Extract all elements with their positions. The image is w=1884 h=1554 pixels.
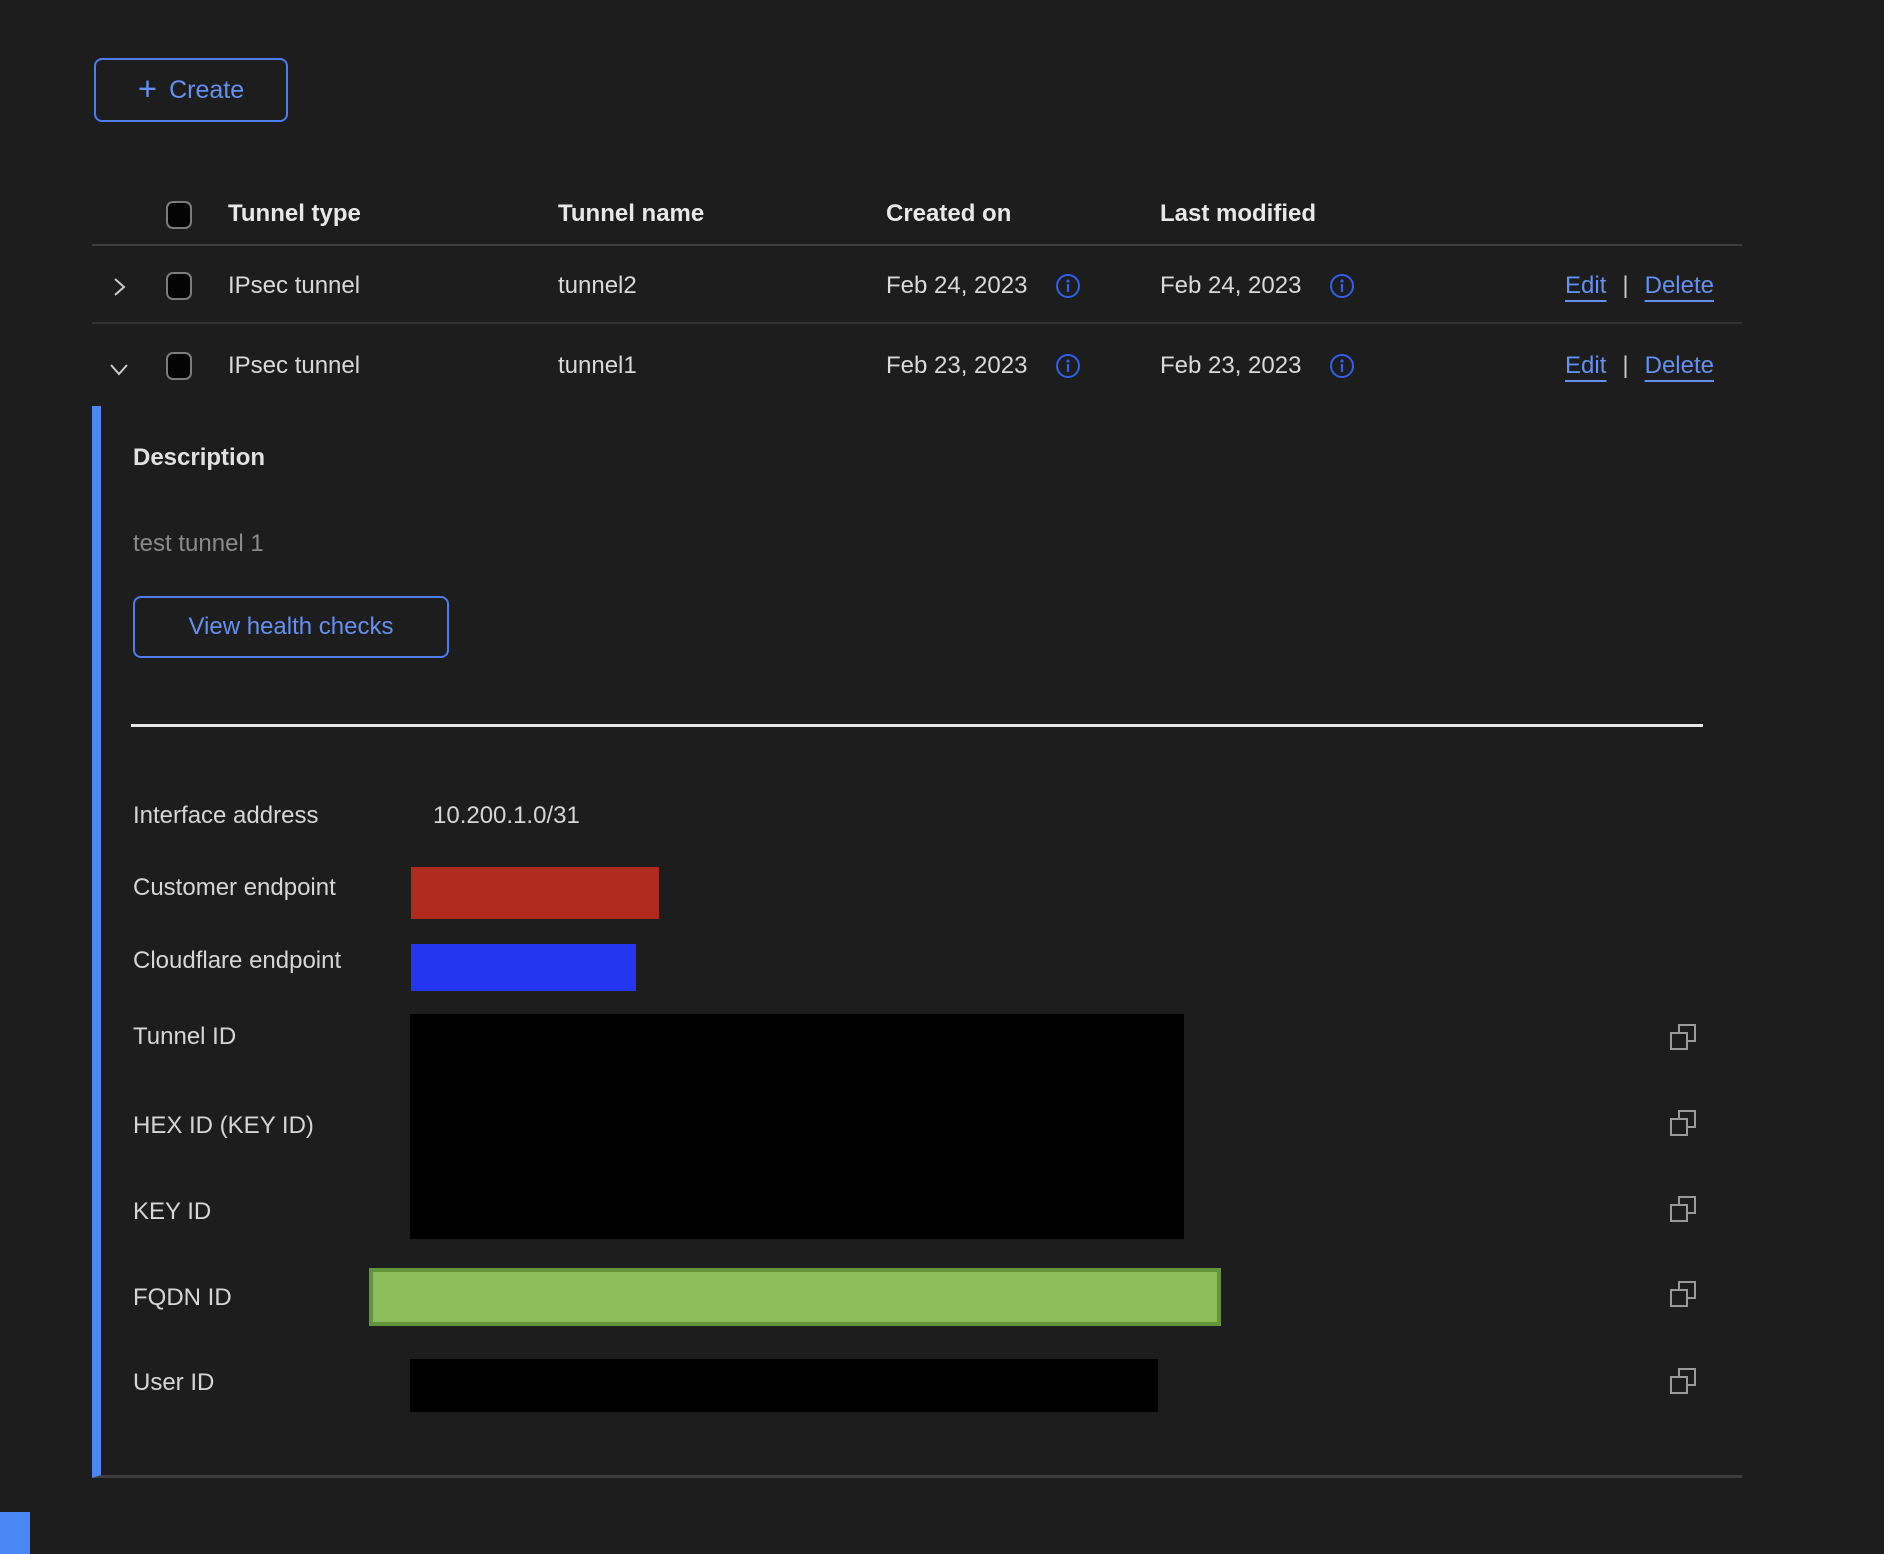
view-health-checks-label: View health checks (188, 613, 393, 641)
customer-endpoint-redacted-value (411, 867, 659, 919)
tunnel-name-cell: tunnel1 (558, 352, 637, 380)
action-separator: | (1622, 352, 1628, 380)
description-value: test tunnel 1 (133, 530, 264, 558)
table-row: IPsec tunnel tunnel2 Feb 24, 2023 Feb 24… (92, 246, 1742, 324)
select-all-checkbox[interactable] (166, 201, 192, 229)
info-icon[interactable] (1329, 353, 1355, 379)
plus-icon: + (138, 72, 157, 105)
copy-icon[interactable] (1670, 1281, 1696, 1307)
header-created-on: Created on (886, 200, 1011, 228)
table-header: Tunnel type Tunnel name Created on Last … (92, 186, 1742, 246)
row-checkbox[interactable] (166, 352, 192, 380)
last-modified-cell: Feb 23, 2023 (1160, 352, 1355, 380)
info-icon[interactable] (1329, 273, 1355, 299)
chevron-down-icon[interactable] (104, 354, 134, 384)
row-actions: Edit | Delete (1565, 352, 1714, 380)
view-health-checks-button[interactable]: View health checks (133, 596, 449, 658)
create-button-label: Create (169, 76, 244, 105)
copy-icon[interactable] (1670, 1368, 1696, 1394)
delete-link[interactable]: Delete (1645, 272, 1714, 300)
tunnels-page: + Create Tunnel type Tunnel name Created… (0, 0, 1884, 1554)
user-id-redacted-value (410, 1359, 1158, 1412)
last-modified-cell: Feb 24, 2023 (1160, 272, 1355, 300)
modified-date: Feb 24, 2023 (1160, 272, 1301, 300)
created-date: Feb 23, 2023 (886, 352, 1027, 380)
chevron-right-icon[interactable] (104, 272, 134, 302)
interface-address-value: 10.200.1.0/31 (433, 802, 580, 830)
created-on-cell: Feb 24, 2023 (886, 272, 1081, 300)
tunnel-name-cell: tunnel2 (558, 272, 637, 300)
section-divider (131, 724, 1703, 727)
copy-icon[interactable] (1670, 1110, 1696, 1136)
key-id-label: KEY ID (133, 1198, 211, 1226)
copy-icon[interactable] (1670, 1024, 1696, 1050)
modified-date: Feb 23, 2023 (1160, 352, 1301, 380)
create-button[interactable]: + Create (94, 58, 288, 122)
edit-link[interactable]: Edit (1565, 272, 1606, 300)
interface-address-label: Interface address (133, 802, 318, 830)
action-separator: | (1622, 272, 1628, 300)
hex-id-label: HEX ID (KEY ID) (133, 1112, 314, 1140)
cutoff-blue-element (0, 1512, 30, 1554)
cloudflare-endpoint-label: Cloudflare endpoint (133, 947, 341, 975)
tunnel-type-cell: IPsec tunnel (228, 272, 360, 300)
fqdn-id-label: FQDN ID (133, 1284, 232, 1312)
created-on-cell: Feb 23, 2023 (886, 352, 1081, 380)
tunnel-type-cell: IPsec tunnel (228, 352, 360, 380)
copy-icon[interactable] (1670, 1196, 1696, 1222)
customer-endpoint-label: Customer endpoint (133, 874, 336, 902)
tunnel-id-label: Tunnel ID (133, 1023, 236, 1051)
edit-link[interactable]: Edit (1565, 352, 1606, 380)
fqdn-id-redacted-value (369, 1268, 1221, 1326)
delete-link[interactable]: Delete (1645, 352, 1714, 380)
row-checkbox[interactable] (166, 272, 192, 300)
description-label: Description (133, 444, 265, 472)
tunnel-detail-panel: Description test tunnel 1 View health ch… (92, 406, 1742, 1478)
created-date: Feb 24, 2023 (886, 272, 1027, 300)
info-icon[interactable] (1055, 353, 1081, 379)
header-tunnel-name: Tunnel name (558, 200, 704, 228)
table-row: IPsec tunnel tunnel1 Feb 23, 2023 Feb 23… (92, 326, 1742, 406)
info-icon[interactable] (1055, 273, 1081, 299)
cloudflare-endpoint-redacted-value (411, 944, 636, 991)
user-id-label: User ID (133, 1369, 214, 1397)
header-last-modified: Last modified (1160, 200, 1316, 228)
ids-redacted-value (410, 1014, 1184, 1239)
row-actions: Edit | Delete (1565, 272, 1714, 300)
header-tunnel-type: Tunnel type (228, 200, 361, 228)
